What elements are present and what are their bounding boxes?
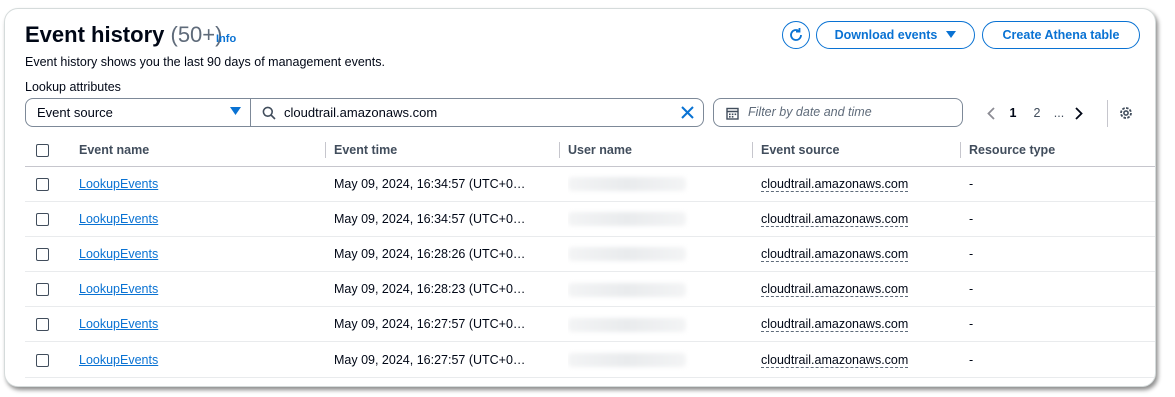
table-row: LookupEvents May 09, 2024, 16:27:57 (UTC… [25, 306, 1155, 343]
caret-down-icon [946, 31, 957, 38]
row-checkbox[interactable] [36, 248, 49, 262]
event-time-cell: May 09, 2024, 16:27:57 (UTC+0… [334, 306, 568, 343]
page-title: Event history (50+) [25, 22, 222, 48]
previous-page-button[interactable] [981, 103, 1001, 123]
row-checkbox[interactable] [36, 353, 49, 367]
row-checkbox[interactable] [36, 283, 49, 297]
page-2-button[interactable]: 2 [1025, 106, 1049, 120]
event-time-cell: May 09, 2024, 16:34:57 (UTC+0… [334, 166, 568, 202]
download-events-label: Download events [834, 28, 938, 42]
search-input[interactable] [284, 103, 664, 122]
resource-type-cell: - [969, 236, 1155, 273]
events-table: Event name Event time User name Event so… [25, 134, 1155, 378]
page-description: Event history shows you the last 90 days… [25, 55, 385, 69]
refresh-button[interactable] [782, 21, 810, 49]
column-header-event-time[interactable]: Event time [334, 134, 568, 167]
event-source-cell: cloudtrail.amazonaws.com [761, 271, 969, 308]
redacted-username [568, 282, 686, 297]
user-name-cell [568, 271, 761, 308]
redacted-username [568, 352, 686, 367]
event-name-link[interactable]: LookupEvents [79, 247, 158, 261]
user-name-cell [568, 306, 761, 343]
user-name-cell [568, 166, 761, 202]
refresh-icon [790, 28, 802, 41]
event-source-text[interactable]: cloudtrail.amazonaws.com [761, 246, 909, 262]
date-filter-placeholder: Filter by date and time [748, 105, 872, 119]
event-time-cell: May 09, 2024, 16:28:23 (UTC+0… [334, 271, 568, 308]
redacted-username [568, 176, 686, 191]
event-name-link[interactable]: LookupEvents [79, 212, 158, 226]
resource-type-cell: - [969, 201, 1155, 237]
select-all-cell [25, 134, 79, 167]
event-name-link[interactable]: LookupEvents [79, 177, 158, 191]
event-time-cell: May 09, 2024, 16:28:26 (UTC+0… [334, 236, 568, 273]
toolbar-divider [1107, 100, 1108, 127]
next-page-button[interactable] [1069, 103, 1089, 123]
lookup-search-field[interactable] [250, 98, 704, 127]
chevron-right-icon [1075, 106, 1083, 120]
resource-type-cell: - [969, 271, 1155, 308]
row-checkbox[interactable] [36, 177, 49, 191]
chevron-left-icon [987, 106, 995, 120]
caret-down-icon [230, 107, 241, 115]
pagination-ellipsis: ... [1053, 106, 1065, 120]
event-name-link[interactable]: LookupEvents [79, 353, 158, 367]
row-checkbox[interactable] [36, 318, 49, 332]
redacted-username [568, 317, 686, 332]
event-source-cell: cloudtrail.amazonaws.com [761, 201, 969, 237]
event-source-cell: cloudtrail.amazonaws.com [761, 306, 969, 343]
redacted-username [568, 212, 686, 227]
clear-icon[interactable] [680, 105, 695, 120]
table-row: LookupEvents May 09, 2024, 16:27:57 (UTC… [25, 341, 1155, 378]
redacted-username [568, 247, 686, 262]
event-time-cell: May 09, 2024, 16:34:57 (UTC+0… [334, 201, 568, 237]
event-source-text[interactable]: cloudtrail.amazonaws.com [761, 211, 909, 227]
event-source-text[interactable]: cloudtrail.amazonaws.com [761, 176, 909, 192]
resource-type-cell: - [969, 341, 1155, 378]
table-header-row: Event name Event time User name Event so… [25, 134, 1155, 167]
page-1-button[interactable]: 1 [1001, 106, 1025, 120]
column-header-resource-type[interactable]: Resource type [969, 134, 1155, 167]
event-count: (50+) [170, 22, 223, 47]
column-header-user-name[interactable]: User name [568, 134, 761, 167]
user-name-cell [568, 236, 761, 273]
event-history-panel: Event history (50+) Info Event history s… [4, 8, 1156, 387]
attribute-select-value: Event source [37, 105, 113, 120]
pagination: 1 2 ... [981, 102, 1089, 124]
search-icon [262, 106, 276, 120]
event-source-cell: cloudtrail.amazonaws.com [761, 236, 969, 273]
table-row: LookupEvents May 09, 2024, 16:34:57 (UTC… [25, 166, 1155, 202]
event-name-link[interactable]: LookupEvents [79, 282, 158, 296]
table-row: LookupEvents May 09, 2024, 16:34:57 (UTC… [25, 201, 1155, 237]
event-source-cell: cloudtrail.amazonaws.com [761, 341, 969, 378]
resource-type-cell: - [969, 306, 1155, 343]
user-name-cell [568, 201, 761, 237]
resource-type-cell: - [969, 166, 1155, 202]
select-all-checkbox[interactable] [36, 143, 49, 157]
event-source-cell: cloudtrail.amazonaws.com [761, 166, 969, 202]
table-row: LookupEvents May 09, 2024, 16:28:26 (UTC… [25, 236, 1155, 273]
title-text: Event history [25, 22, 165, 47]
settings-gear-icon[interactable] [1118, 105, 1134, 121]
attribute-select[interactable]: Event source [25, 98, 251, 127]
info-link[interactable]: Info [216, 33, 236, 45]
event-time-cell: May 09, 2024, 16:27:57 (UTC+0… [334, 341, 568, 378]
date-range-filter[interactable]: Filter by date and time [713, 98, 963, 127]
event-source-text[interactable]: cloudtrail.amazonaws.com [761, 352, 909, 368]
event-source-text[interactable]: cloudtrail.amazonaws.com [761, 317, 909, 333]
calendar-icon [726, 107, 739, 120]
lookup-attributes-label: Lookup attributes [25, 80, 121, 94]
row-checkbox[interactable] [36, 212, 49, 226]
download-events-button[interactable]: Download events [816, 21, 975, 49]
column-header-event-name[interactable]: Event name [79, 134, 334, 167]
table-row: LookupEvents May 09, 2024, 16:28:23 (UTC… [25, 271, 1155, 308]
event-name-link[interactable]: LookupEvents [79, 317, 158, 331]
event-source-text[interactable]: cloudtrail.amazonaws.com [761, 282, 909, 298]
user-name-cell [568, 341, 761, 378]
column-header-event-source[interactable]: Event source [761, 134, 969, 167]
create-athena-table-button[interactable]: Create Athena table [982, 21, 1140, 49]
